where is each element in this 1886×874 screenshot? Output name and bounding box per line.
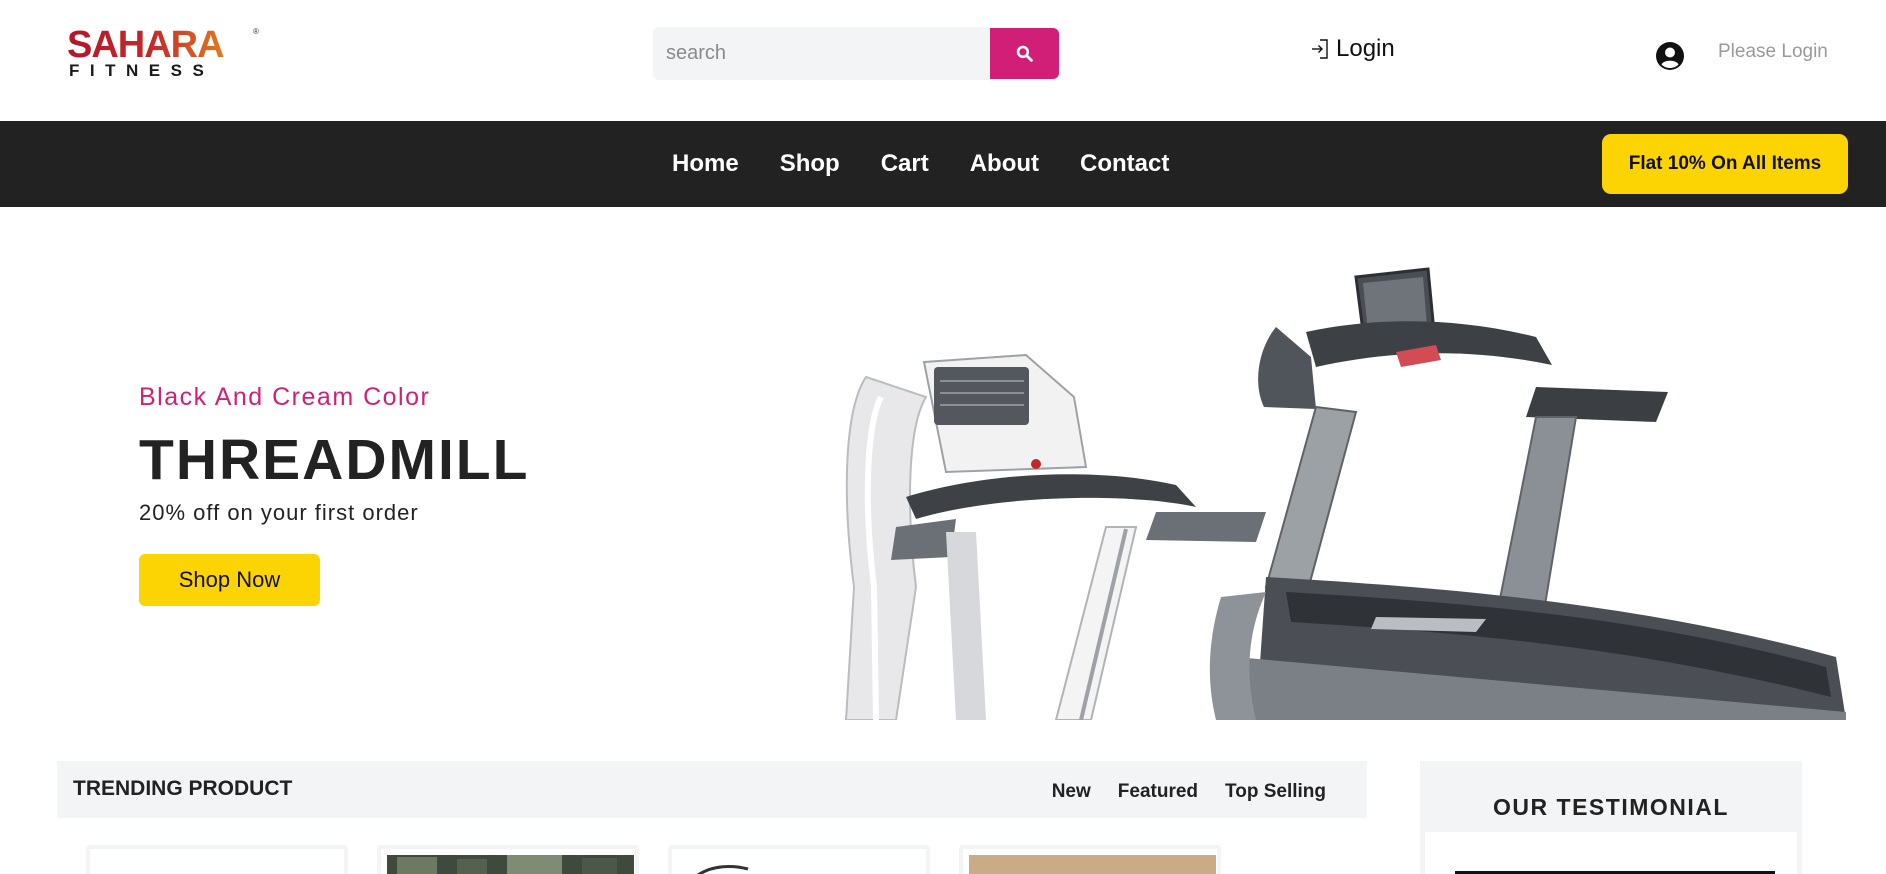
hero-banner: Black And Cream Color THREADMILL 20% off… [0, 207, 1886, 720]
product-image [678, 855, 925, 874]
trending-header: TRENDING PRODUCT New Featured Top Sellin… [57, 761, 1367, 818]
registered-mark: ® [253, 27, 259, 36]
product-image [969, 855, 1216, 874]
user-status: Please Login [1718, 41, 1828, 62]
login-link[interactable]: Login [1310, 34, 1395, 64]
search-input[interactable] [653, 27, 990, 80]
sign-in-icon [1312, 39, 1328, 59]
search-button[interactable] [990, 28, 1059, 79]
product-card[interactable] [668, 845, 930, 874]
hero-title: THREADMILL [139, 428, 530, 492]
testimonial-section: OUR TESTIMONIAL [1420, 761, 1802, 874]
user-circle-icon [1656, 42, 1684, 70]
hero-subtitle: Black And Cream Color [139, 383, 431, 411]
product-card[interactable] [959, 845, 1221, 874]
treadmill-back [1209, 267, 1846, 720]
nav-shop[interactable]: Shop [780, 150, 840, 178]
main-nav: Home Shop Cart About Contact Flat 10% On… [0, 121, 1886, 207]
brand-name: SAHARA [67, 24, 225, 66]
testimonial-title: OUR TESTIMONIAL [1493, 794, 1729, 820]
product-image [96, 855, 343, 874]
login-label: Login [1336, 35, 1395, 62]
treadmill-image [844, 267, 1846, 720]
nav-links: Home Shop Cart About Contact [672, 121, 1210, 207]
nav-about[interactable]: About [970, 150, 1039, 178]
treadmill-front [844, 353, 1266, 720]
tab-top-selling[interactable]: Top Selling [1225, 781, 1326, 803]
testimonial-card [1425, 832, 1797, 874]
site-header: SAHARA ® FITNESS Login Please Login [0, 0, 1886, 121]
user-account[interactable]: Please Login [1655, 38, 1828, 72]
promo-button[interactable]: Flat 10% On All Items [1602, 134, 1848, 194]
tab-featured[interactable]: Featured [1118, 781, 1198, 803]
product-card[interactable] [377, 845, 639, 874]
brand-tagline: FITNESS [69, 61, 215, 80]
tab-new[interactable]: New [1052, 781, 1091, 803]
trending-tabs: New Featured Top Selling [1052, 781, 1326, 803]
nav-cart[interactable]: Cart [881, 150, 929, 178]
nav-contact[interactable]: Contact [1080, 150, 1169, 178]
shop-now-button[interactable]: Shop Now [139, 554, 320, 606]
nav-home[interactable]: Home [672, 150, 739, 178]
product-cards [86, 845, 1226, 874]
brand-logo[interactable]: SAHARA ® FITNESS [67, 26, 263, 80]
trending-title: TRENDING PRODUCT [73, 777, 293, 800]
search-bar [653, 27, 1059, 80]
search-icon [1016, 45, 1033, 62]
hero-offer: 20% off on your first order [139, 500, 419, 525]
product-image [387, 855, 634, 874]
product-card[interactable] [86, 845, 348, 874]
